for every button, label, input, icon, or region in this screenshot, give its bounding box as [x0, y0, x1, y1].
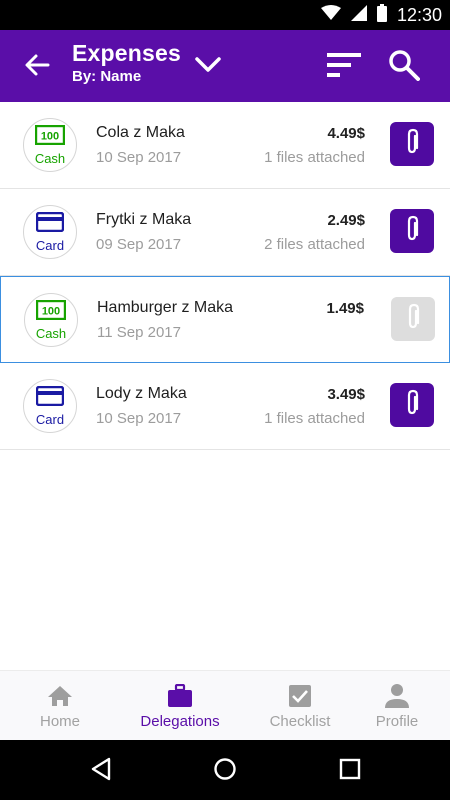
expense-amount: 2.49$: [327, 212, 365, 229]
search-icon: [388, 49, 420, 86]
attach-files-button[interactable]: [390, 383, 434, 427]
expense-date: 10 Sep 2017: [96, 410, 182, 427]
expense-amount: 3.49$: [327, 386, 365, 403]
cash-icon: 100: [35, 299, 67, 325]
system-recents-button[interactable]: [337, 758, 363, 784]
briefcase-icon: [167, 683, 193, 709]
search-button[interactable]: [384, 48, 424, 86]
attach-files-button[interactable]: [391, 297, 435, 341]
paperclip-icon: [403, 389, 421, 422]
wifi-icon: [320, 4, 341, 26]
checkbox-icon: [288, 683, 312, 709]
paperclip-icon: [404, 303, 422, 336]
nav-checklist-label: Checklist: [269, 713, 331, 730]
svg-text:100: 100: [41, 130, 59, 142]
page-title: Expenses: [72, 40, 181, 66]
nav-checklist[interactable]: Checklist: [260, 671, 340, 741]
expense-row[interactable]: Card Lody z Maka 10 Sep 2017 3.49$ 1 fil…: [0, 363, 450, 450]
payment-method-badge: 100 Cash: [24, 293, 78, 347]
sort-dropdown-button[interactable]: [190, 52, 226, 82]
expense-amount: 1.49$: [326, 300, 364, 317]
app-bar: Expenses By: Name: [0, 30, 450, 102]
expense-row[interactable]: Card Frytki z Maka 09 Sep 2017 2.49$ 2 f…: [0, 189, 450, 276]
attachment-count: 1 files attached: [264, 149, 365, 166]
nav-home-label: Home: [39, 713, 80, 730]
payment-method-label: Card: [35, 237, 65, 253]
system-home-button[interactable]: [212, 757, 238, 786]
page-subtitle: By: Name: [72, 68, 142, 85]
attachment-count: 2 files attached: [264, 236, 365, 253]
credit-card-icon: [35, 385, 65, 411]
expense-amount: 4.49$: [327, 125, 365, 142]
home-circle-icon: [213, 757, 237, 786]
chevron-down-icon: [194, 56, 222, 79]
recents-square-icon: [339, 758, 361, 785]
svg-text:100: 100: [42, 305, 60, 317]
nav-delegations[interactable]: Delegations: [125, 671, 235, 741]
attach-files-button[interactable]: [390, 122, 434, 166]
expense-name: Cola z Maka: [96, 124, 185, 141]
nav-profile[interactable]: Profile: [357, 671, 437, 741]
status-time: 12:30: [396, 4, 442, 25]
attachment-count: 1 files attached: [264, 410, 365, 427]
payment-method-badge: Card: [23, 379, 77, 433]
status-bar: 12:30: [0, 0, 450, 30]
home-icon: [47, 683, 73, 709]
signal-icon: [350, 4, 367, 26]
expense-row-selected[interactable]: 100 Cash Hamburger z Maka 11 Sep 2017 1.…: [0, 276, 450, 363]
system-back-button[interactable]: [88, 757, 114, 786]
system-navigation-bar: [0, 740, 450, 800]
expense-date: 09 Sep 2017: [96, 236, 182, 253]
nav-delegations-label: Delegations: [140, 713, 220, 730]
expense-date: 10 Sep 2017: [96, 149, 182, 166]
expense-row[interactable]: 100 Cash Cola z Maka 10 Sep 2017 4.49$ 1…: [0, 102, 450, 189]
expense-list: 100 Cash Cola z Maka 10 Sep 2017 4.49$ 1…: [0, 102, 450, 450]
payment-method-badge: 100 Cash: [23, 118, 77, 172]
expense-name: Frytki z Maka: [96, 211, 192, 228]
payment-method-label: Cash: [35, 325, 67, 341]
payment-method-badge: Card: [23, 205, 77, 259]
nav-home[interactable]: Home: [20, 671, 100, 741]
expense-name: Hamburger z Maka: [97, 299, 234, 316]
payment-method-label: Cash: [34, 150, 66, 166]
bottom-navigation: Home Delegations Checklist Profile: [0, 670, 450, 740]
nav-profile-label: Profile: [375, 713, 419, 730]
title-block: Expenses By: Name: [72, 40, 181, 85]
attach-files-button[interactable]: [390, 209, 434, 253]
battery-icon: [376, 3, 387, 27]
back-arrow-icon: [24, 53, 50, 82]
cash-icon: 100: [34, 124, 66, 150]
expense-name: Lody z Maka: [96, 385, 187, 402]
paperclip-icon: [403, 215, 421, 248]
payment-method-label: Card: [35, 411, 65, 427]
expense-date: 11 Sep 2017: [97, 324, 181, 341]
back-triangle-icon: [90, 757, 112, 786]
sort-icon: [327, 51, 361, 84]
sort-button[interactable]: [324, 50, 364, 84]
back-button[interactable]: [18, 50, 56, 84]
credit-card-icon: [35, 211, 65, 237]
paperclip-icon: [403, 128, 421, 161]
person-icon: [384, 683, 410, 709]
status-icons: 12:30: [320, 3, 442, 27]
